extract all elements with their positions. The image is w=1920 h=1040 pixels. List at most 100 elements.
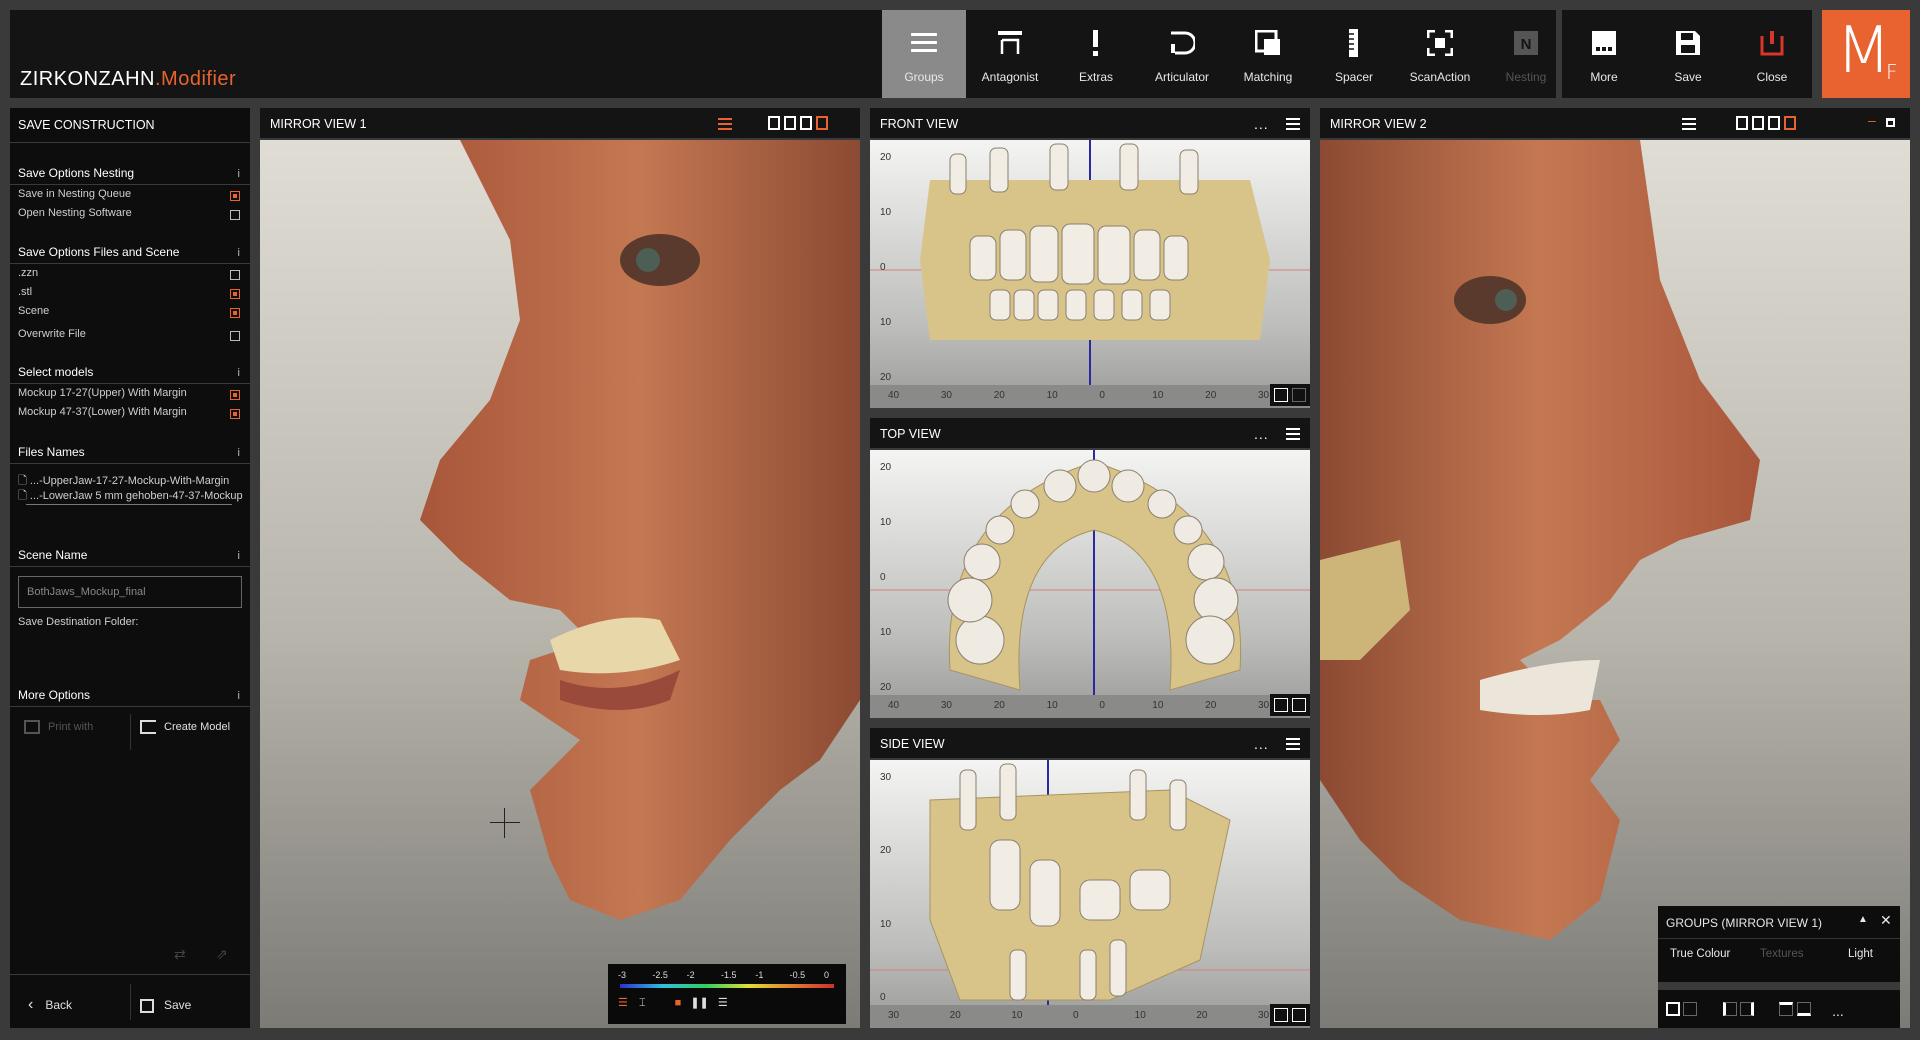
layout-icon[interactable] — [1736, 116, 1748, 130]
groups-button[interactable]: Groups — [882, 10, 966, 98]
option-save-nesting-queue[interactable]: Save in Nesting Queue — [18, 188, 242, 206]
model-upper[interactable]: Mockup 17-27(Upper) With Margin — [18, 387, 242, 405]
info-icon[interactable]: i — [238, 168, 240, 180]
side-view-viewport[interactable]: 30 20 10 0 10 20 30 30 20 10 0 — [870, 760, 1310, 1028]
view-title: FRONT VIEW — [880, 117, 959, 131]
menu-icon[interactable] — [1286, 428, 1300, 440]
menu-icon[interactable] — [1682, 118, 1696, 130]
more-button[interactable]: More — [1562, 10, 1646, 98]
minimize-icon[interactable]: – — [1868, 112, 1876, 128]
view-mode-icon[interactable] — [1666, 1002, 1680, 1016]
menu-icon[interactable] — [1286, 118, 1300, 130]
list-icon — [882, 28, 966, 58]
option-stl[interactable]: .stl — [18, 286, 242, 304]
undo-icon[interactable]: ⇄ — [174, 946, 186, 963]
layout-icon[interactable] — [768, 116, 780, 130]
collapse-icon[interactable]: ▲ — [1858, 914, 1868, 925]
menu-icon[interactable] — [1286, 738, 1300, 750]
view-mode-icon[interactable] — [1722, 1002, 1737, 1016]
legend-menu-icon[interactable]: ☰ — [718, 997, 728, 1009]
front-view-viewport[interactable]: 40 30 20 10 0 10 20 30 20 10 0 10 20 — [870, 140, 1310, 408]
antagonist-button[interactable]: Antagonist — [968, 10, 1052, 98]
option-scene[interactable]: Scene — [18, 305, 242, 323]
checkbox-checked[interactable] — [230, 409, 240, 419]
layout-icons[interactable] — [1732, 116, 1796, 133]
divider — [10, 383, 250, 384]
save-panel-button[interactable]: Save — [140, 998, 191, 1013]
info-icon[interactable]: i — [238, 690, 240, 702]
checkbox-checked[interactable] — [230, 191, 240, 201]
spacer-button[interactable]: Spacer — [1312, 10, 1396, 98]
checkbox[interactable] — [230, 270, 240, 280]
more-options-icon[interactable]: ... — [1254, 116, 1269, 132]
view-mode-icon[interactable] — [1683, 1002, 1698, 1016]
view-mode-icons[interactable]: ... — [1666, 1002, 1844, 1019]
layout-icon[interactable] — [800, 116, 812, 130]
view-square-icon[interactable] — [1288, 1004, 1310, 1026]
top-view-viewport[interactable]: 40 30 20 10 0 10 20 30 20 10 0 10 20 — [870, 450, 1310, 718]
ruler-tick-label: 0 — [1099, 700, 1105, 711]
true-colour-button[interactable]: True Colour — [1670, 948, 1730, 960]
save-toolbar-button[interactable]: Save — [1646, 10, 1730, 98]
model-lower[interactable]: Mockup 47-37(Lower) With Margin — [18, 406, 242, 424]
checkbox-checked[interactable] — [230, 289, 240, 299]
view-mode-icon[interactable] — [1740, 1002, 1755, 1016]
ruler-tick-label: 20 — [880, 845, 892, 857]
light-button[interactable]: Light — [1848, 948, 1873, 960]
option-zzn[interactable]: .zzn — [18, 267, 242, 285]
mirror-view-2-viewport[interactable] — [1320, 140, 1910, 1028]
layout-icon[interactable] — [816, 116, 828, 130]
ruler-tick-label: 10 — [880, 317, 892, 328]
info-icon[interactable]: i — [238, 247, 240, 259]
legend-color-icon[interactable]: ■ — [675, 997, 682, 1009]
file-names-header: Files Names — [18, 445, 85, 459]
more-options-icon[interactable]: ... — [1832, 1003, 1844, 1019]
create-model-button[interactable]: Create Model — [140, 720, 230, 734]
ruler-tick-label: 30 — [940, 390, 952, 401]
extras-button[interactable]: Extras — [1054, 10, 1138, 98]
scanaction-button[interactable]: ScanAction — [1398, 10, 1482, 98]
articulator-button[interactable]: Articulator — [1140, 10, 1224, 98]
close-button[interactable]: Close — [1730, 10, 1814, 98]
textures-button[interactable]: Textures — [1760, 948, 1803, 960]
redo-icon[interactable]: ⇗ — [216, 946, 228, 963]
more-options-icon[interactable]: ... — [1254, 426, 1269, 442]
nesting-button[interactable]: N Nesting — [1484, 10, 1568, 98]
info-icon[interactable]: i — [238, 367, 240, 379]
layout-icon[interactable] — [1752, 116, 1764, 130]
matching-button[interactable]: Matching — [1226, 10, 1310, 98]
brand-name: ZIRKONZAHN — [20, 68, 155, 90]
checkbox-checked[interactable] — [230, 390, 240, 400]
checkbox[interactable] — [230, 210, 240, 220]
layout-icon[interactable] — [1784, 116, 1796, 130]
ruler-tick-label: 0 — [1073, 1010, 1079, 1021]
view-square-icon[interactable] — [1288, 694, 1310, 716]
layout-icon[interactable] — [784, 116, 796, 130]
legend-pause-icon[interactable]: ❚❚ — [690, 997, 708, 1009]
layout-icons[interactable] — [764, 116, 828, 133]
checkbox-checked[interactable] — [230, 308, 240, 318]
maximize-icon[interactable] — [1886, 118, 1895, 127]
option-overwrite-file[interactable]: Overwrite File — [18, 328, 242, 346]
option-open-nesting-software[interactable]: Open Nesting Software — [18, 207, 242, 225]
view-mode-icon[interactable] — [1796, 1002, 1811, 1016]
layout-icon[interactable] — [1768, 116, 1780, 130]
menu-icon[interactable] — [718, 118, 732, 130]
legend-list-icon[interactable]: ☰ — [618, 997, 628, 1009]
print-with-button[interactable]: Print with — [24, 720, 93, 734]
back-button[interactable]: ‹ Back — [28, 996, 72, 1014]
mirror-view-1-header: MIRROR VIEW 1 — [260, 108, 860, 138]
more-icon — [1562, 28, 1646, 58]
view-mode-icon[interactable] — [1779, 1002, 1794, 1016]
checkbox[interactable] — [230, 331, 240, 341]
scene-name-input[interactable] — [18, 576, 242, 608]
more-options-icon[interactable]: ... — [1254, 736, 1269, 752]
close-icon[interactable]: ✕ — [1880, 912, 1892, 929]
info-icon[interactable]: i — [238, 447, 240, 459]
mirror-view-1-viewport[interactable] — [260, 140, 860, 1028]
info-icon[interactable]: i — [238, 550, 240, 562]
ruler-tick-label: 20 — [880, 682, 892, 693]
view-square-icon[interactable] — [1288, 384, 1310, 406]
legend-controls[interactable]: ☰ ⌶ ■ ❚❚ ☰ — [618, 996, 728, 1010]
legend-measure-icon[interactable]: ⌶ — [639, 997, 646, 1009]
